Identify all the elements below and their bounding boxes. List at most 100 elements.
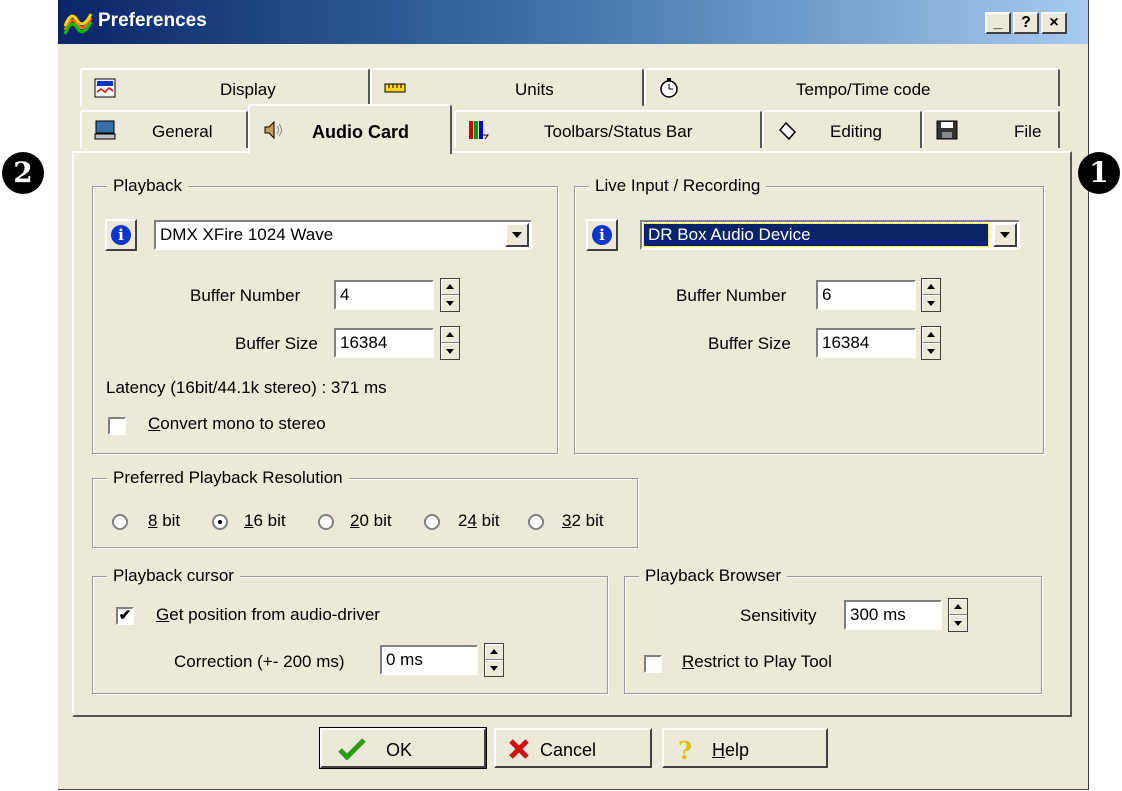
- ok-button[interactable]: OK: [319, 727, 487, 769]
- input-value: 0 ms: [386, 650, 423, 669]
- radio-32bit[interactable]: [528, 514, 544, 530]
- dropdown-arrow-icon[interactable]: [505, 223, 529, 247]
- playback-buffer-size-input[interactable]: 16384: [334, 328, 434, 358]
- playback-buffer-number-input[interactable]: 4: [334, 280, 434, 310]
- recording-info-button[interactable]: i: [586, 219, 618, 251]
- speaker-icon: [264, 120, 282, 140]
- label-rest: estrict to Play Tool: [694, 652, 832, 671]
- restrict-play-tool-checkbox[interactable]: [644, 655, 662, 673]
- cancel-button[interactable]: Cancel: [494, 728, 652, 768]
- window-title: Preferences: [98, 10, 207, 31]
- correction-spinner[interactable]: [484, 643, 504, 677]
- info-icon: i: [111, 225, 131, 245]
- close-button[interactable]: ×: [1041, 12, 1067, 34]
- group-legend: Playback: [107, 176, 188, 196]
- group-legend: Playback Browser: [639, 566, 788, 586]
- label-rest: onvert mono to stereo: [160, 414, 326, 433]
- hand-icon: [778, 121, 797, 140]
- title-bar[interactable]: [58, 0, 1088, 44]
- toolbar-icon: [469, 121, 489, 140]
- correction-label: Correction (+- 200 ms): [174, 652, 345, 671]
- tab-general[interactable]: General: [80, 110, 248, 148]
- sensitivity-label: Sensitivity: [740, 606, 817, 625]
- button-label: Help: [712, 740, 749, 761]
- label-rest: elp: [725, 740, 750, 760]
- group-legend: Playback cursor: [107, 566, 240, 586]
- tab-label: Units: [515, 80, 554, 99]
- buffer-number-label: Buffer Number: [190, 286, 301, 305]
- input-value: 6: [822, 285, 832, 304]
- help-button[interactable]: ? Help: [662, 728, 828, 768]
- restrict-play-tool-label[interactable]: Restrict to Play Tool: [682, 652, 832, 672]
- cancel-x-icon: [509, 739, 529, 759]
- floppy-icon: [936, 120, 958, 140]
- radio-8bit[interactable]: [112, 514, 128, 530]
- recording-device-select[interactable]: DR Box Audio Device: [640, 220, 1020, 250]
- label-rest: 6 bit: [253, 511, 286, 530]
- checkmark-icon: [338, 738, 366, 760]
- clock-icon: [660, 78, 678, 98]
- radio-16bit[interactable]: [212, 514, 228, 530]
- tab-editing[interactable]: Editing: [762, 110, 922, 148]
- tab-units[interactable]: Units: [370, 68, 644, 106]
- mnemonic: R: [682, 652, 695, 671]
- recording-buffer-number-spinner[interactable]: [921, 278, 941, 312]
- tab-tempo[interactable]: Tempo/Time code: [644, 68, 1060, 106]
- tab-label: Toolbars/Status Bar: [544, 122, 693, 141]
- tab-label: Editing: [830, 122, 882, 141]
- input-value: 300 ms: [850, 605, 906, 624]
- selected-value: DMX XFire 1024 Wave: [160, 225, 334, 244]
- dropdown-arrow-icon[interactable]: [993, 223, 1017, 247]
- info-icon: i: [592, 225, 612, 245]
- minimize-button[interactable]: _: [985, 12, 1011, 34]
- convert-mono-checkbox[interactable]: [108, 417, 126, 435]
- app-icon: [63, 13, 93, 35]
- tab-file[interactable]: File: [922, 110, 1060, 148]
- latency-text: Latency (16bit/44.1k stereo) : 371 ms: [106, 378, 387, 397]
- radio-24bit-label[interactable]: 24 bit: [458, 511, 500, 531]
- tab-toolbars[interactable]: Toolbars/Status Bar: [454, 110, 762, 148]
- playback-buffer-number-spinner[interactable]: [440, 278, 460, 312]
- button-label: OK: [386, 740, 413, 760]
- radio-8bit-label[interactable]: 8 bit: [148, 511, 180, 531]
- buffer-size-label: Buffer Size: [235, 334, 318, 353]
- playback-buffer-size-spinner[interactable]: [440, 326, 460, 360]
- tab-label: Audio Card: [312, 122, 409, 142]
- recording-buffer-number-input[interactable]: 6: [816, 280, 916, 310]
- recording-buffer-size-spinner[interactable]: [921, 326, 941, 360]
- mnemonic: H: [712, 740, 725, 760]
- playback-info-button[interactable]: i: [105, 219, 137, 251]
- buffer-size-label: Buffer Size: [708, 334, 791, 353]
- convert-mono-label[interactable]: Convert mono to stereo: [148, 414, 326, 434]
- ruler-icon: [384, 83, 406, 93]
- input-value: 16384: [340, 333, 388, 352]
- label-rest: 2 bit: [571, 511, 604, 530]
- radio-24bit[interactable]: [424, 514, 440, 530]
- radio-16bit-label[interactable]: 16 bit: [244, 511, 286, 531]
- tab-display[interactable]: Display: [80, 68, 370, 106]
- label-rest: bit: [157, 511, 181, 530]
- tab-label: Tempo/Time code: [796, 80, 931, 99]
- help-title-button[interactable]: ?: [1013, 12, 1039, 34]
- sensitivity-spinner[interactable]: [948, 598, 968, 632]
- radio-20bit-label[interactable]: 20 bit: [350, 511, 392, 531]
- tab-label: Display: [220, 80, 276, 99]
- question-icon: ?: [678, 736, 693, 765]
- input-value: 4: [340, 285, 350, 304]
- playback-cursor-group: Playback cursor: [92, 566, 608, 694]
- get-position-checkbox[interactable]: ✔: [116, 607, 134, 625]
- recording-buffer-size-input[interactable]: 16384: [816, 328, 916, 358]
- group-legend: Live Input / Recording: [589, 176, 767, 196]
- callout-marker-1: 1: [1078, 152, 1120, 194]
- tab-audio-card[interactable]: Audio Card: [248, 104, 452, 154]
- label-rest: et position from audio-driver: [169, 605, 380, 624]
- mnemonic: 4: [467, 511, 477, 530]
- radio-20bit[interactable]: [318, 514, 334, 530]
- sensitivity-input[interactable]: 300 ms: [844, 600, 942, 630]
- computer-icon: [94, 120, 116, 140]
- get-position-label[interactable]: Get position from audio-driver: [156, 605, 380, 625]
- playback-device-select[interactable]: DMX XFire 1024 Wave: [154, 220, 532, 250]
- mnemonic: C: [148, 414, 161, 433]
- radio-32bit-label[interactable]: 32 bit: [562, 511, 604, 531]
- correction-input[interactable]: 0 ms: [380, 645, 478, 675]
